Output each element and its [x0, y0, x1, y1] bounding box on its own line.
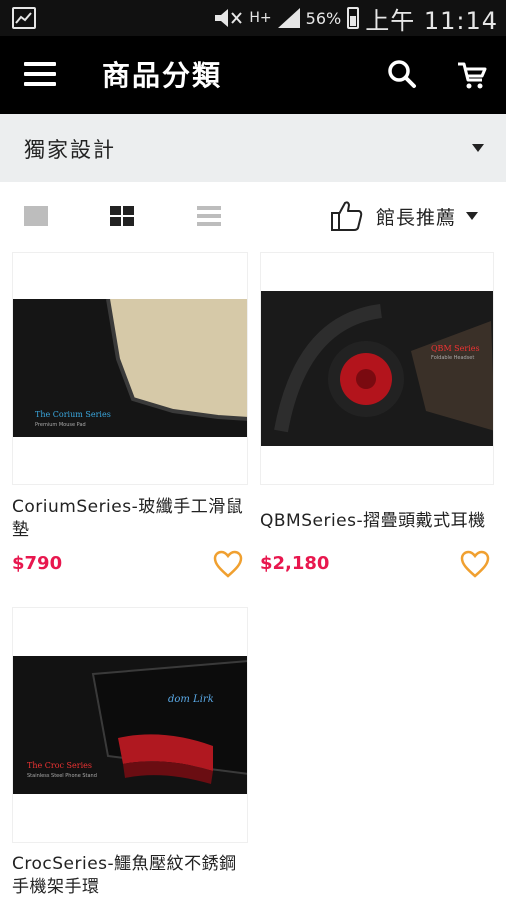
product-name[interactable]: CoriumSeries-玻纖手工滑鼠墊 — [12, 496, 248, 542]
product-image-subcaption: Stainless Steel Phone Stand — [27, 773, 97, 779]
grid-view-icon[interactable] — [110, 206, 134, 226]
product-image-card[interactable]: The Corium Series Premium Mouse Pad — [12, 252, 248, 485]
product-photo: The Corium Series Premium Mouse Pad — [13, 299, 247, 437]
sort-selected-label: 館長推薦 — [376, 206, 457, 229]
product-photo: dom Lirk The Croc Series Stainless Steel… — [13, 656, 247, 794]
single-view-icon[interactable] — [24, 206, 48, 226]
chevron-down-icon — [472, 144, 484, 152]
heart-icon[interactable] — [460, 550, 490, 578]
category-dropdown[interactable]: 獨家設計 — [0, 114, 506, 182]
clock: 上午 11:14 — [365, 6, 498, 35]
product-image-caption: The Croc Series — [27, 761, 92, 770]
product-image-caption: The Corium Series — [35, 410, 111, 419]
product-image-script: dom Lirk — [168, 694, 214, 705]
signal-icon — [277, 8, 300, 28]
category-selected-label: 獨家設計 — [24, 138, 116, 162]
product-name[interactable]: CrocSeries-鱷魚壓紋不銹鋼手機架手環 — [12, 853, 248, 899]
status-bar: H+ 56% 上午 11:14 — [0, 0, 506, 36]
sort-dropdown[interactable]: 館長推薦 — [330, 198, 479, 234]
network-type-label: H+ — [249, 10, 272, 26]
product-photo: QBM Series Foldable Headset — [261, 291, 493, 446]
app-bar: 商品分類 — [0, 36, 506, 114]
chevron-down-icon — [466, 212, 479, 220]
cart-icon[interactable] — [456, 60, 488, 90]
product-image-card[interactable]: dom Lirk The Croc Series Stainless Steel… — [12, 607, 248, 843]
status-icons: H+ 56% 上午 11:14 — [213, 0, 498, 36]
product-name[interactable]: QBMSeries-摺疊頭戴式耳機 — [260, 510, 500, 533]
battery-percent: 56% — [305, 8, 342, 28]
menu-icon[interactable] — [24, 62, 56, 88]
mute-icon — [215, 9, 243, 27]
gallery-icon — [12, 7, 36, 29]
search-icon[interactable] — [386, 58, 418, 90]
product-image-subcaption: Foldable Headset — [431, 355, 474, 361]
battery-icon — [347, 7, 360, 29]
view-toolbar: 館長推薦 — [0, 182, 506, 250]
product-price: $790 — [12, 553, 63, 574]
thumbs-up-icon — [331, 201, 363, 231]
page-title: 商品分類 — [102, 59, 223, 92]
product-image-caption: QBM Series — [431, 344, 480, 353]
product-image-card[interactable]: QBM Series Foldable Headset — [260, 252, 494, 485]
product-price: $2,180 — [260, 553, 330, 574]
product-image-subcaption: Premium Mouse Pad — [35, 422, 86, 428]
heart-icon[interactable] — [213, 550, 243, 578]
list-view-icon[interactable] — [197, 206, 221, 226]
